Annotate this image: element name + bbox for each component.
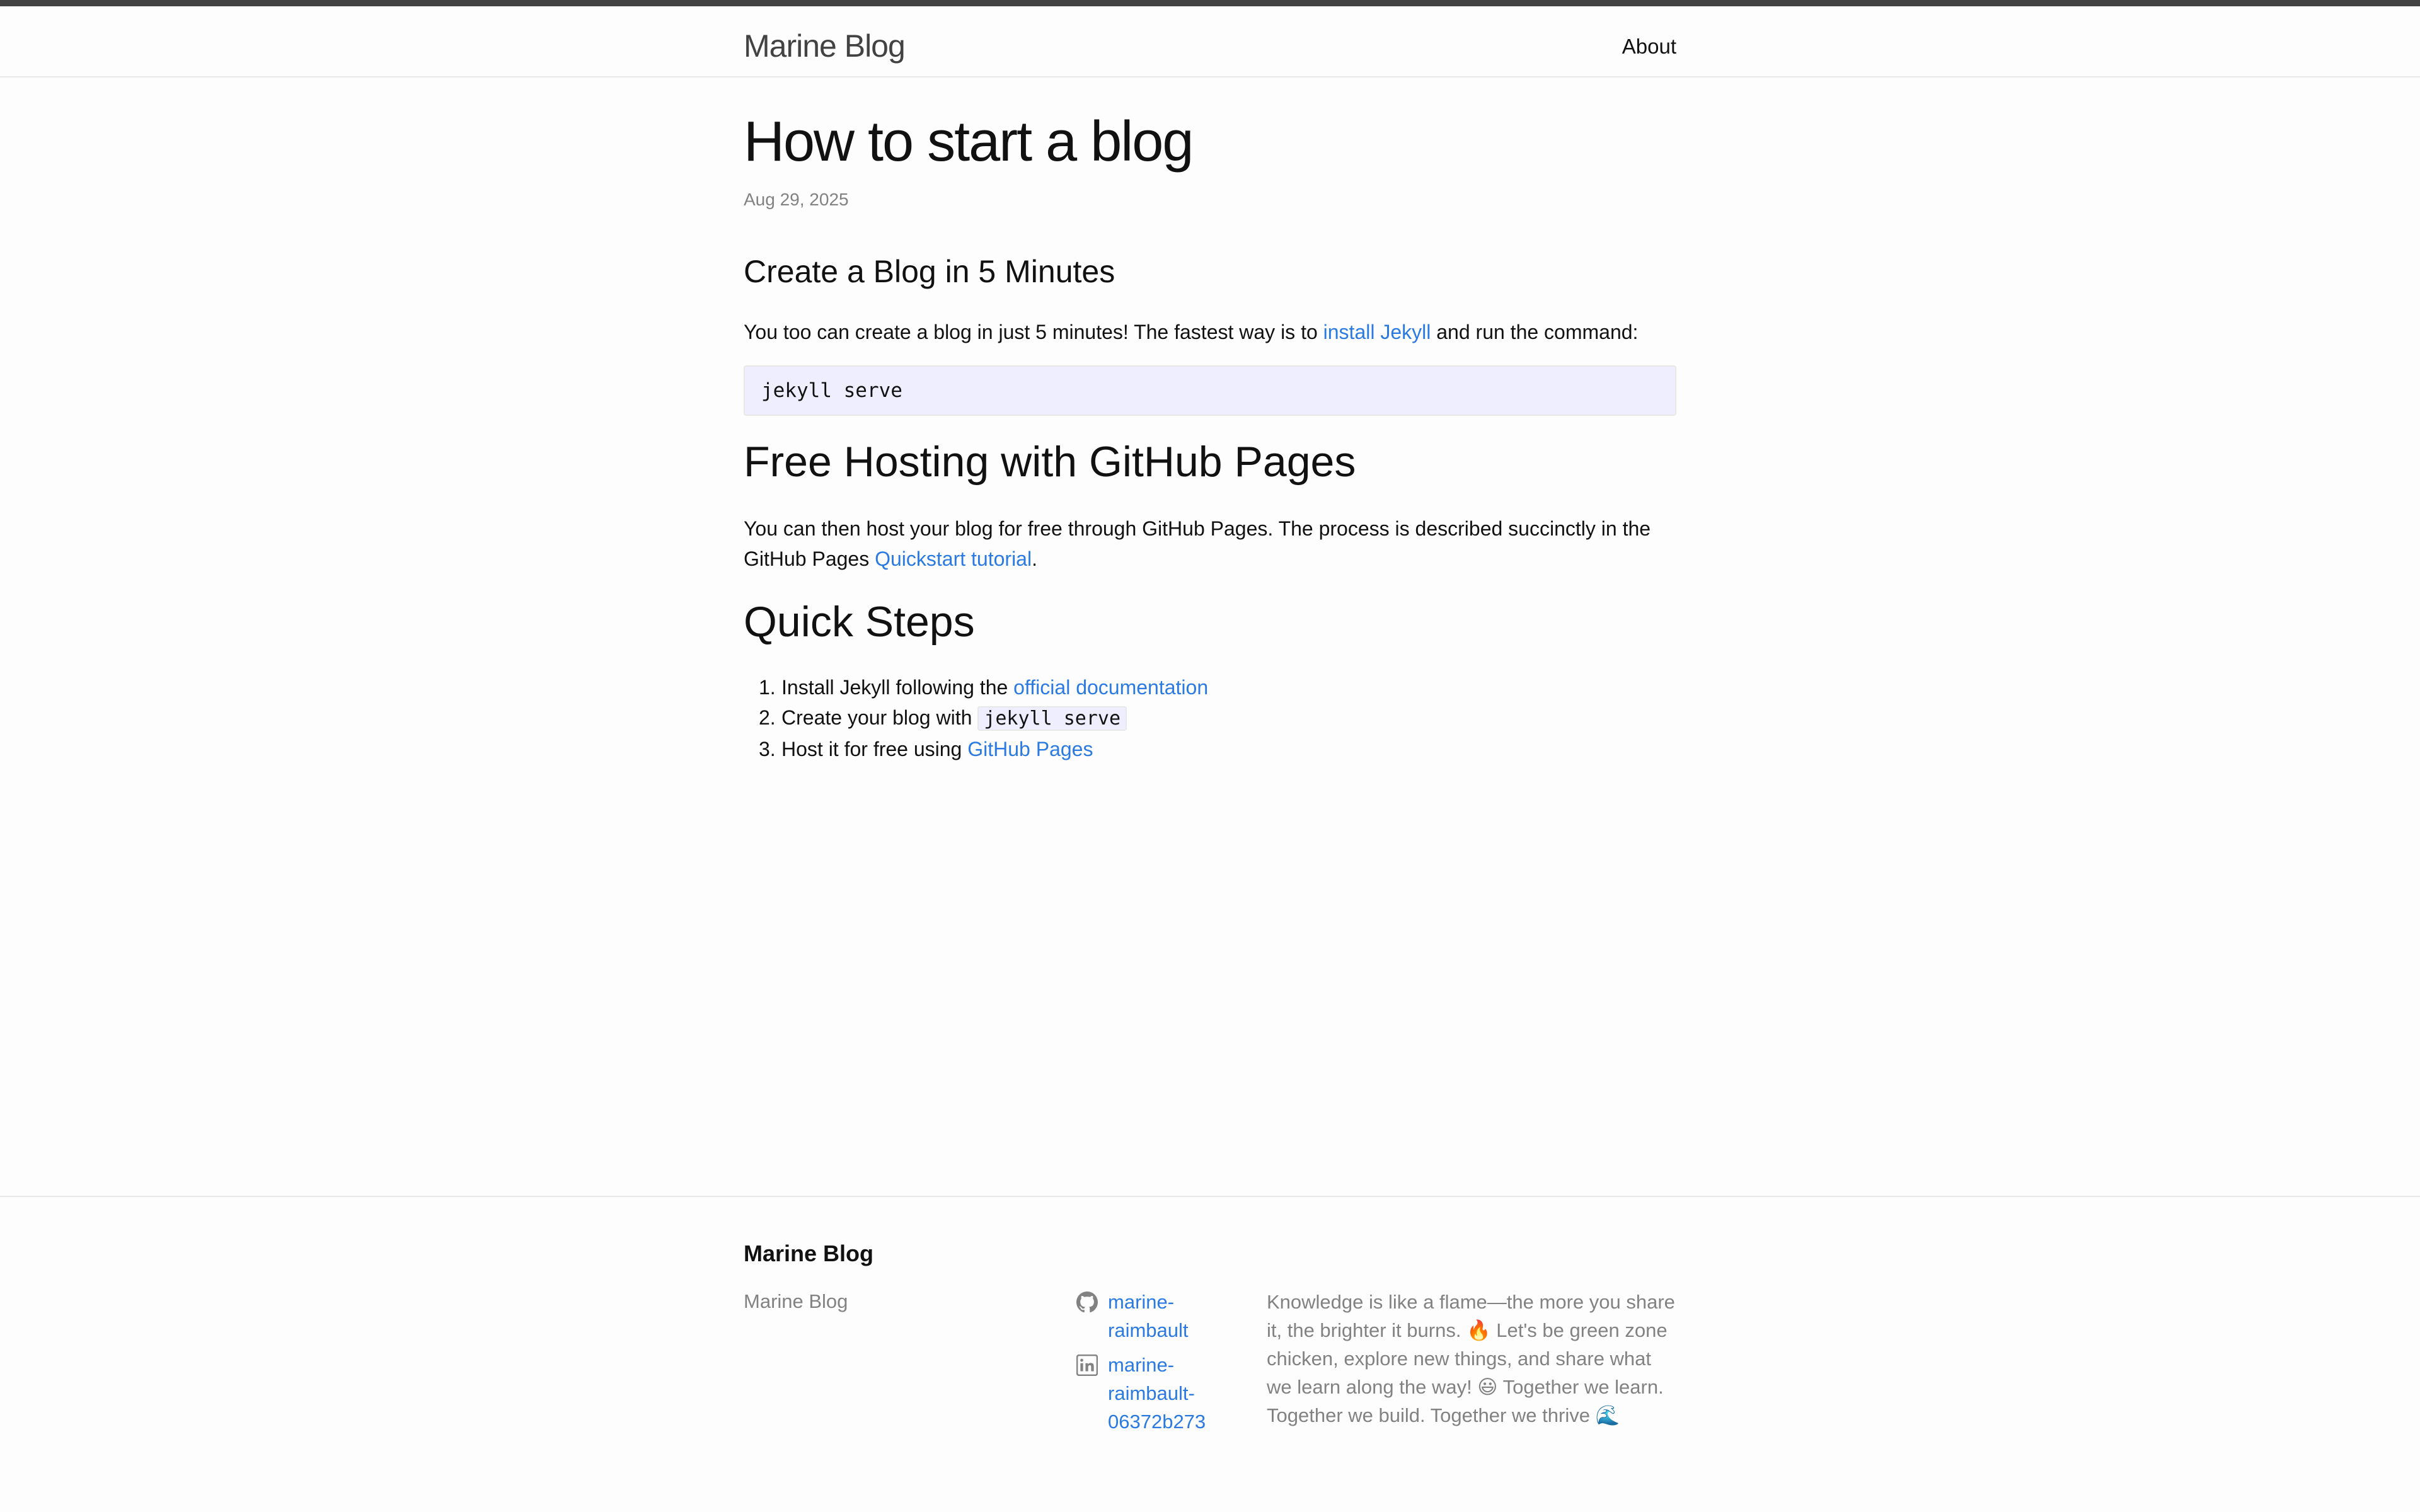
step-text: Create your blog with [781, 706, 978, 729]
site-header: Marine Blog About [0, 6, 2420, 77]
link-text: marine- [1108, 1291, 1175, 1313]
section-heading-create-blog: Create a Blog in 5 Minutes [744, 254, 1115, 289]
paragraph-text: . [1032, 547, 1037, 570]
paragraph-create-blog: You too can create a blog in just 5 minu… [744, 317, 1676, 347]
link-text: raimbault [1108, 1319, 1189, 1341]
list-item: 3. Host it for free using GitHub Pages [744, 734, 1676, 764]
footer-description: Knowledge is like a flame—the more you s… [1267, 1291, 1675, 1426]
footer-social-links: marine-raimbault marine-raimbault- 06372b… [1076, 1288, 1206, 1442]
post-title: How to start a blog [744, 110, 1194, 173]
official-documentation-link[interactable]: official documentation [1013, 676, 1208, 699]
list-number: 1. [759, 676, 776, 699]
footer-heading: Marine Blog [744, 1240, 874, 1266]
list-item: 2. Create your blog with jekyll serve [744, 702, 1676, 734]
github-icon [1076, 1292, 1098, 1313]
step-text: Host it for free using [781, 738, 968, 760]
post-date: Aug 29, 2025 [744, 190, 849, 209]
link-text: raimbault- [1108, 1382, 1195, 1404]
quick-steps-list: 1. Install Jekyll following the official … [744, 672, 1676, 764]
paragraph-text: You too can create a blog in just 5 minu… [744, 321, 1323, 343]
step-text: Install Jekyll following the [781, 676, 1014, 699]
link-text: marine- [1108, 1354, 1175, 1376]
list-number: 2. [759, 706, 776, 729]
nav-link-about[interactable]: About [1622, 29, 1676, 64]
site-footer: Marine Blog Marine Blog marine-raimbault… [0, 1196, 2420, 1512]
top-accent-bar [0, 0, 2420, 6]
install-jekyll-link[interactable]: install Jekyll [1323, 321, 1431, 343]
github-social-item: marine-raimbault [1076, 1288, 1202, 1344]
linkedin-profile-link[interactable]: marine-raimbault- 06372b273 [1108, 1354, 1206, 1433]
paragraph-free-hosting: You can then host your blog for free thr… [744, 513, 1676, 574]
linkedin-social-item: marine-raimbault- 06372b273 [1076, 1351, 1206, 1436]
paragraph-text: and run the command: [1431, 321, 1639, 343]
linkedin-icon [1076, 1354, 1098, 1376]
quickstart-tutorial-link[interactable]: Quickstart tutorial [875, 547, 1032, 570]
site-title-link[interactable]: Marine Blog [744, 21, 906, 71]
list-number: 3. [759, 738, 776, 760]
code-block: jekyll serve [744, 365, 1676, 416]
section-heading-quick-steps: Quick Steps [744, 598, 975, 646]
link-text: 06372b273 [1108, 1411, 1206, 1433]
footer-site-name: Marine Blog [744, 1290, 848, 1312]
github-profile-link[interactable]: marine-raimbault [1108, 1291, 1189, 1341]
section-heading-free-hosting: Free Hosting with GitHub Pages [744, 438, 1356, 486]
inline-code: jekyll serve [977, 706, 1127, 731]
github-pages-link[interactable]: GitHub Pages [967, 738, 1093, 760]
list-item: 1. Install Jekyll following the official … [744, 672, 1676, 702]
